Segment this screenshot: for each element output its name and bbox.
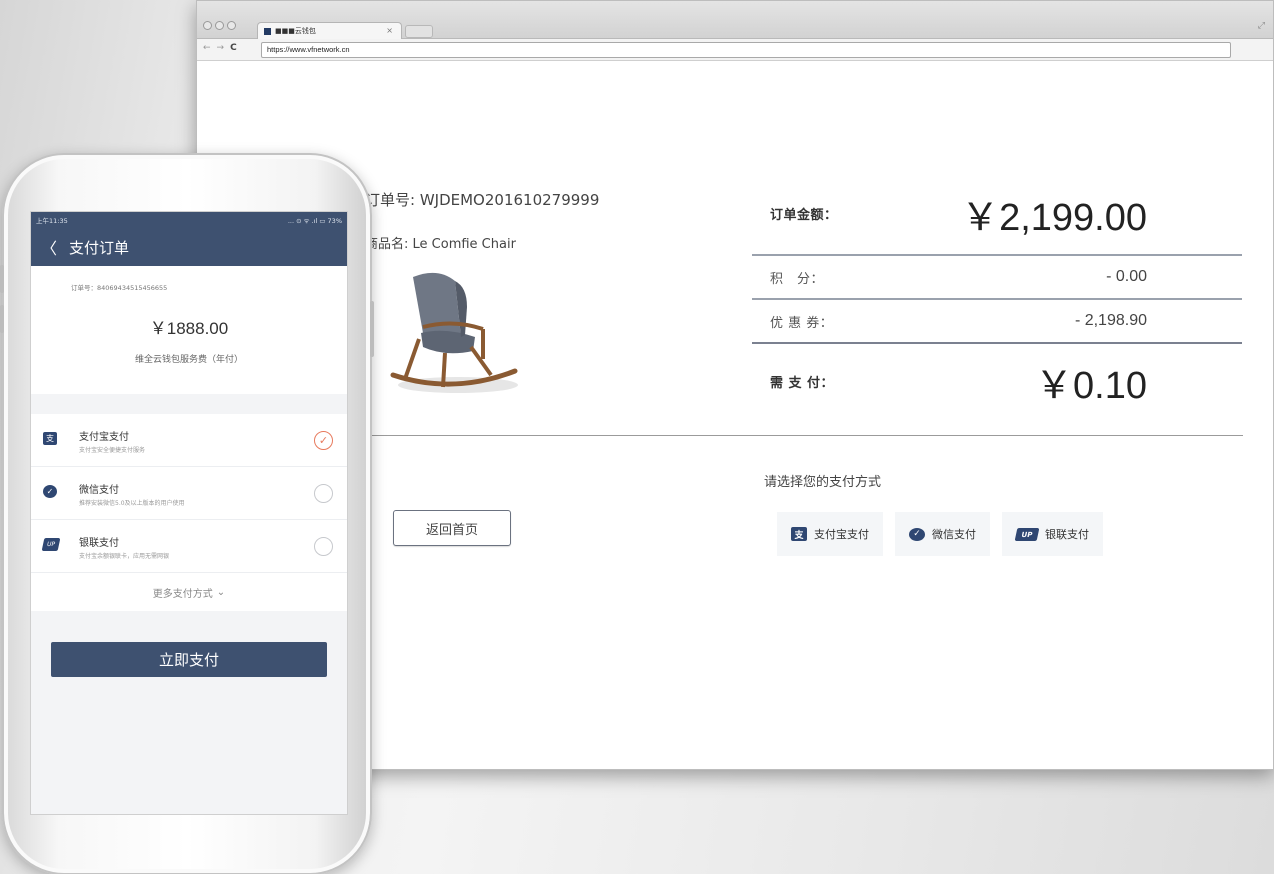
radio-icon[interactable] (314, 484, 333, 503)
browser-toolbar: ← → C https://www.vfnetwork.cn (197, 39, 1273, 61)
alipay-button[interactable]: 支 支付宝支付 (777, 512, 883, 556)
mobile-order-card: 订单号：84069434515456655 ￥1888.00 维全云钱包服务费（… (31, 266, 347, 394)
points-value: - 0.00 (1106, 268, 1147, 285)
radio-icon[interactable] (314, 537, 333, 556)
option-title: 银联支付 (79, 538, 119, 549)
unionpay-icon: UP (1014, 527, 1040, 541)
option-subtitle: 支付宝余额银联卡，应用无需网银 (79, 553, 170, 560)
coupon-row: 优 惠 券： - 2,198.90 (752, 300, 1242, 344)
alipay-icon: 支 (791, 527, 807, 541)
forward-icon[interactable]: → (217, 43, 225, 53)
phone-screen: 上午11:35 ... ⊙ ᯤ .ıl ▭ 73% 〈 支付订单 订单号：840… (30, 211, 348, 815)
tab-title: ■■■云钱包 (275, 27, 316, 35)
volume-up-button (0, 265, 4, 293)
back-home-button[interactable]: 返回首页 (393, 510, 511, 546)
mobile-alipay-option[interactable]: 支 支付宝支付 支付宝安全便捷支付服务 ✓ (31, 414, 347, 467)
wechat-pay-icon: ✓ (909, 527, 925, 541)
chair-product-image (390, 272, 518, 393)
wechat-pay-button[interactable]: ✓ 微信支付 (895, 512, 990, 556)
browser-tab[interactable]: ■■■云钱包 × (257, 22, 402, 39)
mobile-amount: ￥1888.00 (149, 319, 229, 338)
order-amount-value: ￥2,199.00 (961, 196, 1147, 239)
more-payment-methods[interactable]: 更多支付方式 ⌄ (31, 573, 347, 611)
order-summary: 订单金额： ￥2,199.00 积 分： - 0.00 优 惠 券： - 2,1… (752, 172, 1242, 418)
address-bar[interactable]: https://www.vfnetwork.cn (261, 42, 1231, 58)
amount-due-label: 需 支 付： (770, 375, 835, 391)
close-window-button[interactable] (203, 21, 212, 30)
reload-icon[interactable]: C (230, 43, 237, 53)
power-button (370, 301, 374, 357)
order-amount-label: 订单金额： (770, 207, 838, 223)
pay-now-button[interactable]: 立即支付 (51, 642, 327, 677)
home-button-area (30, 819, 348, 859)
coupon-label: 优 惠 券： (770, 315, 834, 331)
unionpay-icon: UP (41, 538, 61, 551)
option-title: 微信支付 (79, 485, 119, 496)
alipay-label: 支付宝支付 (814, 528, 869, 541)
mobile-description: 维全云钱包服务费（年付） (134, 355, 243, 365)
back-icon[interactable]: ← (203, 43, 211, 53)
favicon-icon (264, 27, 271, 35)
mobile-wechat-option[interactable]: ✓ 微信支付 推荐安装微信5.0及以上版本的用户使用 (31, 467, 347, 520)
payment-methods: 支 支付宝支付 ✓ 微信支付 UP 银联支付 (777, 512, 1103, 556)
more-label: 更多支付方式 (152, 588, 213, 600)
points-label: 积 分： (770, 271, 825, 287)
points-row: 积 分： - 0.00 (752, 256, 1242, 300)
volume-down-button (0, 305, 4, 333)
minimize-window-button[interactable] (215, 21, 224, 30)
fullscreen-icon[interactable]: ⤢ (1258, 21, 1265, 31)
mobile-unionpay-option[interactable]: UP 银联支付 支付宝余额银联卡，应用无需网银 (31, 520, 347, 573)
option-subtitle: 推荐安装微信5.0及以上版本的用户使用 (79, 500, 185, 507)
alipay-icon: 支 (43, 432, 57, 445)
amount-due-value: ￥0.10 (1035, 364, 1147, 407)
unionpay-button[interactable]: UP 银联支付 (1002, 512, 1103, 556)
radio-checked-icon[interactable]: ✓ (314, 431, 333, 450)
status-bar: 上午11:35 ... ⊙ ᯤ .ıl ▭ 73% (31, 212, 347, 228)
status-indicators: ... ⊙ ᯤ .ıl ▭ 73% (287, 216, 342, 225)
unionpay-label: 银联支付 (1045, 528, 1089, 541)
header-title: 支付订单 (69, 238, 130, 257)
wechat-pay-label: 微信支付 (932, 528, 976, 541)
app-header: 〈 支付订单 (31, 228, 347, 266)
status-time: 上午11:35 (36, 217, 68, 225)
order-info: 订单号: WJDEMO201610279999 商品名: Le Comfie C… (365, 189, 599, 252)
section-divider (365, 435, 1243, 436)
close-tab-icon[interactable]: × (386, 26, 393, 35)
window-controls (203, 21, 236, 30)
option-title: 支付宝支付 (79, 432, 129, 443)
mobile-order-number: 订单号：84069434515456655 (71, 284, 168, 292)
order-number: 订单号: WJDEMO201610279999 (365, 191, 600, 209)
order-amount-row: 订单金额： ￥2,199.00 (752, 172, 1242, 256)
chevron-down-icon: ⌄ (216, 586, 226, 598)
new-tab-button[interactable] (405, 25, 433, 38)
phone-device: 上午11:35 ... ⊙ ᯤ .ıl ▭ 73% 〈 支付订单 订单号：840… (0, 153, 374, 874)
option-subtitle: 支付宝安全便捷支付服务 (79, 447, 146, 454)
coupon-value: - 2,198.90 (1074, 312, 1147, 329)
back-arrow-icon[interactable]: 〈 (41, 235, 57, 259)
nav-buttons: ← → C (203, 43, 237, 53)
mobile-payment-list: 支 支付宝支付 支付宝安全便捷支付服务 ✓ ✓ 微信支付 推荐安装微信5.0及以… (31, 414, 347, 611)
payment-method-title: 请选择您的支付方式 (764, 475, 882, 490)
tab-strip: ■■■云钱包 × ⤢ (197, 1, 1273, 39)
zoom-window-button[interactable] (227, 21, 236, 30)
wechat-pay-icon: ✓ (43, 485, 57, 498)
amount-due-row: 需 支 付： ￥0.10 (752, 344, 1242, 418)
product-name: 商品名: Le Comfie Chair (365, 237, 516, 252)
